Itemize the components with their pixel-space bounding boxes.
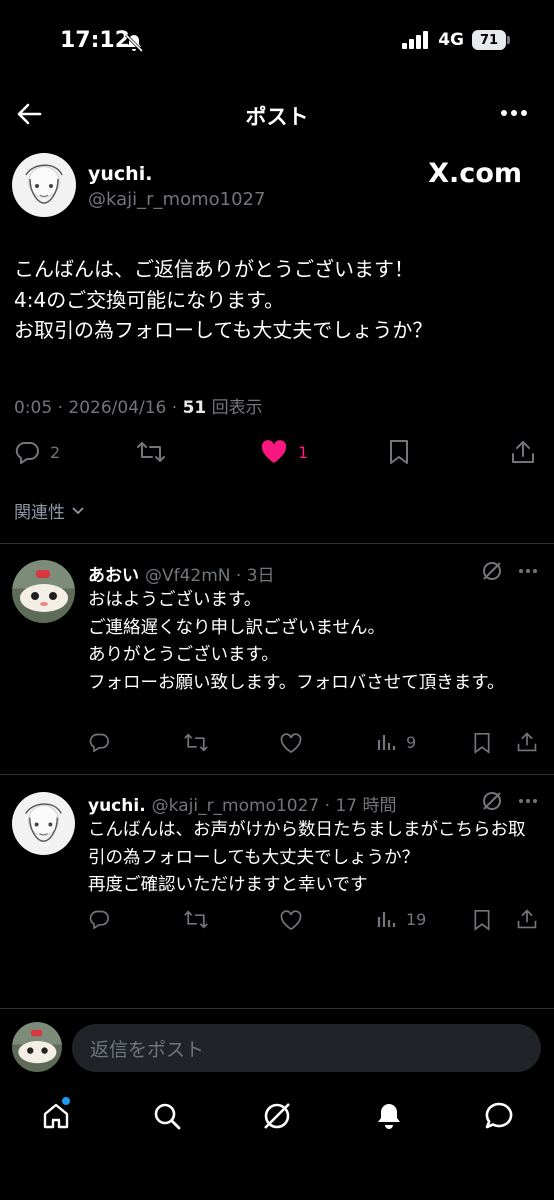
divider bbox=[0, 543, 554, 544]
grok-icon[interactable] bbox=[481, 560, 503, 582]
post-meta: 0:05 · 2026/04/16 · 51 回表示 bbox=[14, 393, 263, 418]
reply-button[interactable]: 2 bbox=[14, 440, 60, 464]
share-button[interactable] bbox=[510, 439, 536, 465]
reply-icon bbox=[14, 440, 40, 464]
share-icon[interactable] bbox=[516, 908, 538, 930]
status-right: 4G 71 bbox=[402, 30, 510, 50]
source-label: X.com bbox=[428, 158, 522, 189]
views-button[interactable]: 19 bbox=[376, 909, 426, 929]
bookmark-icon[interactable] bbox=[472, 909, 492, 931]
messages-icon[interactable] bbox=[484, 1101, 514, 1131]
home-icon[interactable] bbox=[41, 1101, 71, 1131]
views-count: 19 bbox=[406, 909, 427, 929]
notification-dot bbox=[62, 1097, 70, 1105]
heart-icon[interactable] bbox=[279, 910, 303, 931]
reply-avatar[interactable] bbox=[12, 792, 75, 855]
like-count: 1 bbox=[298, 442, 309, 462]
grok-icon[interactable] bbox=[262, 1101, 292, 1131]
author-handle[interactable]: @kaji_r_momo1027 bbox=[88, 189, 265, 210]
mute-bell-icon bbox=[124, 33, 144, 53]
reply-author-handle[interactable]: @Vf42mN · 3日 bbox=[145, 561, 275, 586]
bookmark-icon bbox=[387, 439, 411, 465]
more-icon[interactable] bbox=[518, 568, 538, 574]
divider bbox=[0, 774, 554, 775]
repost-button[interactable] bbox=[136, 441, 166, 463]
reply-header: yuchi. @kaji_r_momo1027 · 17 時間 bbox=[88, 791, 397, 816]
views-count: 9 bbox=[406, 732, 417, 752]
views-icon bbox=[376, 732, 396, 752]
reply-avatar[interactable] bbox=[12, 560, 75, 623]
heart-icon[interactable] bbox=[279, 733, 303, 754]
page-title: ポスト bbox=[245, 105, 309, 129]
more-icon[interactable] bbox=[500, 108, 528, 118]
sort-label: 関連性 bbox=[14, 503, 65, 523]
share-icon[interactable] bbox=[516, 731, 538, 753]
reply-icon[interactable] bbox=[88, 732, 110, 752]
reply-count: 2 bbox=[50, 442, 61, 462]
views-label: 回表示 bbox=[211, 398, 263, 418]
reply-author-name[interactable]: あおい bbox=[88, 561, 139, 586]
signal-icon bbox=[402, 31, 430, 49]
timestamp: 0:05 · 2026/04/16 · bbox=[14, 398, 183, 418]
views-button[interactable]: 9 bbox=[376, 732, 416, 752]
sort-selector[interactable]: 関連性 bbox=[14, 498, 85, 523]
reply-icon[interactable] bbox=[88, 909, 110, 929]
repost-icon[interactable] bbox=[183, 733, 209, 752]
chevron-down-icon bbox=[71, 506, 85, 516]
search-icon[interactable] bbox=[152, 1101, 182, 1131]
heart-icon bbox=[260, 440, 288, 464]
bell-icon[interactable] bbox=[374, 1101, 404, 1131]
views-count: 51 bbox=[182, 398, 207, 418]
status-time: 17:12 bbox=[60, 28, 131, 53]
more-icon[interactable] bbox=[518, 798, 538, 804]
my-avatar[interactable] bbox=[12, 1022, 62, 1072]
bookmark-icon[interactable] bbox=[472, 732, 492, 754]
avatar[interactable] bbox=[12, 153, 76, 217]
views-icon bbox=[376, 909, 396, 929]
reply-compose-input[interactable]: 返信をポスト bbox=[72, 1024, 541, 1072]
grok-icon[interactable] bbox=[481, 790, 503, 812]
reply-author-name[interactable]: yuchi. bbox=[88, 796, 146, 816]
reply-text: こんばんは、お声がけから数日たちましまがこちらお取引の為フォローしても大丈夫でし… bbox=[88, 820, 526, 895]
divider bbox=[0, 1008, 554, 1009]
battery-indicator: 71 bbox=[472, 30, 510, 50]
network-type: 4G bbox=[438, 30, 464, 50]
like-button[interactable]: 1 bbox=[260, 440, 308, 464]
bookmark-button[interactable] bbox=[387, 439, 411, 465]
reply-author-handle[interactable]: @kaji_r_momo1027 · 17 時間 bbox=[152, 791, 397, 816]
share-icon bbox=[510, 439, 536, 465]
reply-text: おはようございます。 ご連絡遅くなり申し訳ございません。 ありがとうございます。… bbox=[88, 590, 505, 693]
post-text: こんばんは、ご返信ありがとうございます！ 4:4のご交換可能になります。 お取引… bbox=[14, 257, 433, 342]
repost-icon bbox=[136, 441, 166, 463]
author-name[interactable]: yuchi. bbox=[88, 163, 152, 185]
reply-header: あおい @Vf42mN · 3日 bbox=[88, 561, 275, 586]
repost-icon[interactable] bbox=[183, 910, 209, 929]
